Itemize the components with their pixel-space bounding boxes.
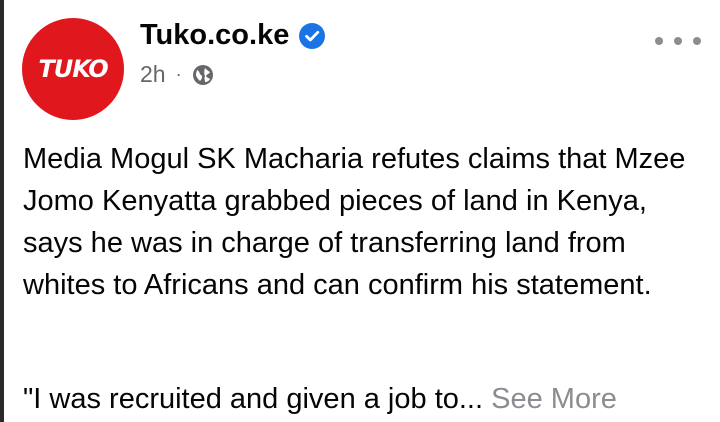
globe-icon[interactable] [192, 64, 214, 86]
more-options-button[interactable] [655, 26, 701, 56]
timestamp[interactable]: 2h [140, 61, 166, 88]
page-avatar[interactable]: TUKO [22, 18, 124, 120]
post-meta: 2h · [140, 61, 214, 88]
page-name-link[interactable]: Tuko.co.ke [140, 19, 326, 52]
post-paragraph: Media Mogul SK Macharia refutes claims t… [23, 143, 686, 301]
truncated-paragraph: "I was recruited and given a job to... S… [23, 378, 713, 420]
verified-badge-icon [299, 22, 326, 49]
more-dot-2 [674, 37, 682, 45]
see-more-link[interactable]: See More [491, 383, 617, 415]
facebook-post: TUKO Tuko.co.ke 2h · Media Mogul SK Mach… [0, 0, 720, 422]
more-dot-3 [693, 37, 701, 45]
author-name: Tuko.co.ke [140, 19, 290, 51]
meta-separator: · [175, 64, 182, 84]
post-header: TUKO Tuko.co.ke 2h · [0, 0, 720, 120]
tuko-logo: TUKO [38, 55, 108, 83]
more-dot-1 [655, 37, 663, 45]
truncated-text: "I was recruited and given a job to... [23, 383, 484, 415]
post-text: Media Mogul SK Macharia refutes claims t… [23, 138, 713, 306]
